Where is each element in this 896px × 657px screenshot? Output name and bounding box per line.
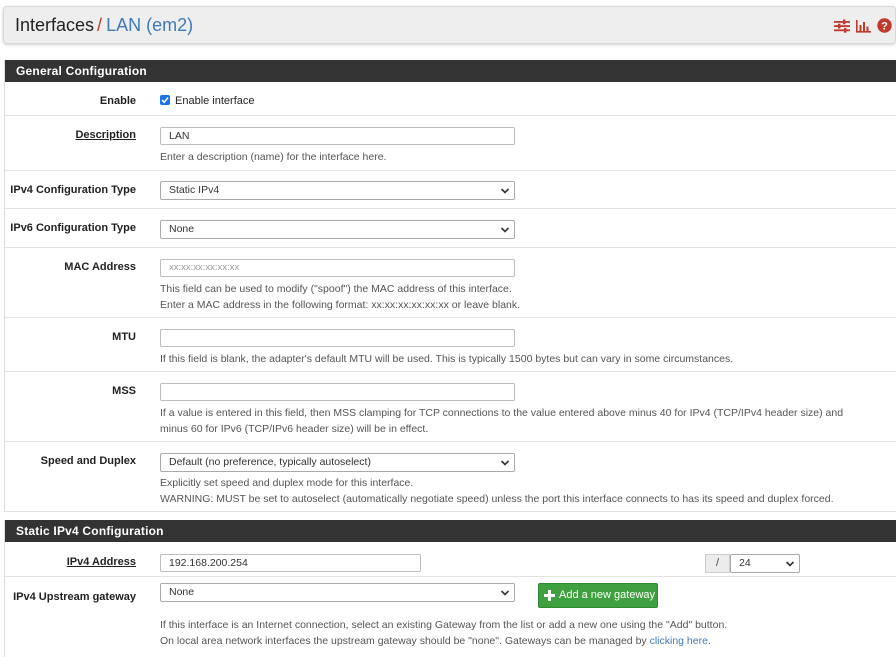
mss-label: MSS xyxy=(112,385,136,397)
mac-label: MAC Address xyxy=(64,261,136,273)
cidr-value: 24 xyxy=(739,557,751,569)
enable-checkbox-wrap[interactable]: Enable interface xyxy=(160,95,255,107)
page-header: Interfaces / LAN (em2) ? xyxy=(3,6,896,44)
gateway-help-2-text: On local area network interfaces the ups… xyxy=(160,635,650,647)
mac-help-1: This field can be used to modify ("spoof… xyxy=(160,283,512,295)
ipv4-address-label: IPv4 Address xyxy=(66,556,136,568)
breadcrumb: Interfaces / LAN (em2) xyxy=(15,14,193,36)
speed-duplex-help-2: WARNING: MUST be set to autoselect (auto… xyxy=(160,493,834,505)
header-icons: ? xyxy=(834,18,892,33)
enable-row: Enable Enable interface xyxy=(5,82,896,116)
mac-input[interactable]: xx:xx:xx:xx:xx:xx xyxy=(160,259,515,277)
chevron-down-icon xyxy=(500,188,510,194)
enable-label: Enable xyxy=(99,95,136,107)
gateway-help-2: On local area network interfaces the ups… xyxy=(160,633,711,649)
cidr-select[interactable]: 24 xyxy=(730,554,800,573)
speed-duplex-help-1: Explicitly set speed and duplex mode for… xyxy=(160,477,414,489)
mtu-row: MTU If this field is blank, the adapter'… xyxy=(5,318,896,372)
speed-duplex-value: Default (no preference, typically autose… xyxy=(169,456,371,468)
breadcrumb-separator: / xyxy=(97,15,103,35)
help-icon[interactable]: ? xyxy=(877,18,892,33)
ipv6-type-select[interactable]: None xyxy=(160,220,515,239)
mss-help-2: minus 60 for IPv6 (TCP/IPv6 header size)… xyxy=(160,423,429,435)
ipv4-address-row: IPv4 Address 192.168.200.254 / 24 xyxy=(5,542,896,577)
mss-help-1: If a value is entered in this field, the… xyxy=(160,407,844,419)
mss-row: MSS If a value is entered in this field,… xyxy=(5,372,896,442)
speed-duplex-row: Speed and Duplex Default (no preference,… xyxy=(5,442,896,512)
general-configuration-panel: General Configuration Enable Enable inte… xyxy=(4,60,896,512)
gateway-help-2-suffix: . xyxy=(707,635,711,647)
settings-sliders-icon[interactable] xyxy=(834,19,850,33)
ipv4-type-select[interactable]: Static IPv4 xyxy=(160,181,515,200)
description-help: Enter a description (name) for the inter… xyxy=(160,151,387,163)
description-row: Description LAN Enter a description (nam… xyxy=(5,116,896,171)
mac-row: MAC Address xx:xx:xx:xx:xx:xx This field… xyxy=(5,248,896,318)
mtu-label: MTU xyxy=(112,331,136,343)
ipv6-type-row: IPv6 Configuration Type None xyxy=(5,209,896,248)
mss-input[interactable] xyxy=(160,383,515,401)
breadcrumb-root[interactable]: Interfaces xyxy=(15,15,94,35)
add-gateway-label: Add a new gateway xyxy=(559,589,656,601)
description-label: Description xyxy=(75,129,136,141)
breadcrumb-current[interactable]: LAN (em2) xyxy=(106,15,193,35)
ipv4-gateway-value: None xyxy=(169,586,195,598)
ipv6-type-label: IPv6 Configuration Type xyxy=(10,222,136,234)
ipv4-gateway-label: IPv4 Upstream gateway xyxy=(13,591,136,603)
mtu-help: If this field is blank, the adapter's de… xyxy=(160,353,734,365)
speed-duplex-select[interactable]: Default (no preference, typically autose… xyxy=(160,453,515,472)
panel-title: General Configuration xyxy=(5,60,896,82)
enable-checkbox[interactable] xyxy=(160,95,170,105)
chevron-down-icon xyxy=(785,561,795,567)
mtu-input[interactable] xyxy=(160,329,515,347)
chevron-down-icon xyxy=(500,590,510,596)
speed-duplex-label: Speed and Duplex xyxy=(40,455,136,467)
manage-gateways-link[interactable]: clicking here xyxy=(650,635,708,647)
chevron-down-icon xyxy=(500,460,510,466)
ipv4-gateway-select[interactable]: None xyxy=(160,583,515,602)
description-input[interactable]: LAN xyxy=(160,127,515,145)
static-ipv4-panel: Static IPv4 Configuration IPv4 Address 1… xyxy=(4,520,896,657)
ipv4-type-row: IPv4 Configuration Type Static IPv4 xyxy=(5,171,896,209)
svg-text:?: ? xyxy=(881,21,888,33)
cidr-separator: / xyxy=(705,554,730,573)
gateway-help-1: If this interface is an Internet connect… xyxy=(160,619,728,631)
ipv4-gateway-row: IPv4 Upstream gateway None Add a new gat… xyxy=(5,577,896,657)
ipv4-type-value: Static IPv4 xyxy=(169,184,220,196)
add-gateway-button[interactable]: Add a new gateway xyxy=(538,583,658,608)
enable-checkbox-label[interactable]: Enable interface xyxy=(175,95,255,107)
panel-title: Static IPv4 Configuration xyxy=(5,520,896,542)
ipv4-type-label: IPv4 Configuration Type xyxy=(10,184,136,196)
plus-icon xyxy=(544,590,555,601)
chart-icon[interactable] xyxy=(856,19,871,33)
ipv4-address-input[interactable]: 192.168.200.254 xyxy=(160,554,421,572)
mac-help-2: Enter a MAC address in the following for… xyxy=(160,299,521,311)
ipv6-type-value: None xyxy=(169,223,195,235)
chevron-down-icon xyxy=(500,227,510,233)
